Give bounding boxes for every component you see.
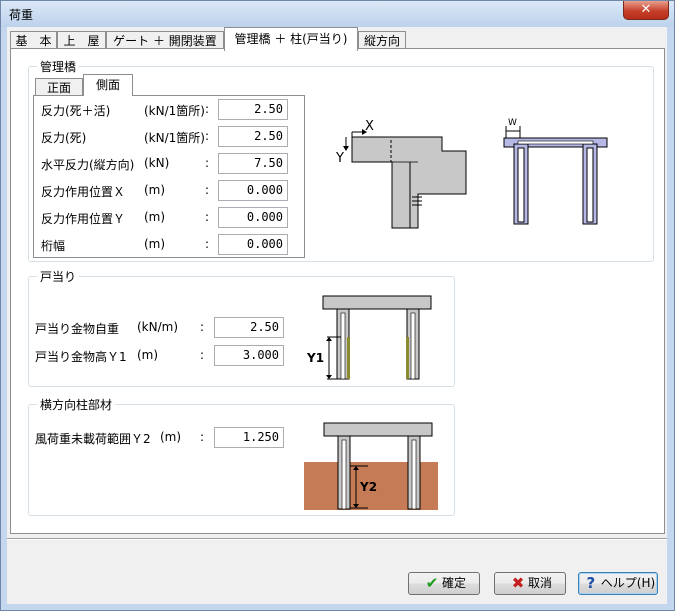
row-unit: (m) (144, 237, 166, 251)
window-title: 荷重 (9, 8, 34, 22)
row-colon: : (205, 102, 210, 116)
row-unit: (m) (144, 210, 166, 224)
diagram-y1-label: Y1 (306, 351, 324, 365)
close-button[interactable]: ✕ (623, 1, 669, 20)
row-label: 反力作用位置Ｙ (41, 212, 126, 226)
tab-label: 基 本 (15, 34, 52, 48)
tab-label: 上 屋 (63, 34, 100, 48)
tab-label: ゲート ＋ 開閉装置 (113, 34, 217, 48)
title-bar[interactable]: 荷重 ✕ (1, 1, 674, 27)
question-icon: ? (586, 574, 596, 592)
group-title: 戸当り (37, 268, 80, 285)
row-colon: : (205, 237, 210, 251)
diagram-toatari: Y1 (306, 295, 432, 380)
diagram-y2-label: Y2 (359, 480, 377, 494)
hanryoku-shikatsu-input[interactable]: 2.50 (218, 99, 288, 120)
row-unit: (m) (137, 348, 159, 362)
row-colon: : (200, 320, 205, 334)
fuka-misaika-y2-input[interactable]: 1.250 (214, 427, 284, 448)
diagram-y-label: Y (335, 151, 344, 166)
row-unit: (kN/1箇所) (144, 131, 205, 145)
tab-label: 縦方向 (363, 34, 400, 48)
button-label: 取消 (527, 576, 552, 590)
button-label: 確定 (441, 576, 466, 590)
button-label: ヘルプ(H) (600, 576, 656, 590)
row-label: 戸当り金物自重 (35, 322, 120, 336)
row-unit: (m) (160, 430, 182, 444)
row-colon: : (205, 156, 210, 170)
row-colon: : (205, 183, 210, 197)
close-icon: ✕ (640, 2, 652, 17)
check-icon: ✔ (425, 574, 439, 592)
cross-icon: ✖ (511, 574, 525, 592)
tab-kanrikyo[interactable]: 管理橋 ＋ 柱(戸当り) (224, 27, 358, 51)
row-label: 反力(死) (41, 131, 87, 145)
row-colon: : (200, 430, 205, 444)
tab-label: 正面 (46, 81, 71, 95)
hanryoku-shi-input[interactable]: 2.50 (218, 126, 288, 147)
sayou-ichi-x-input[interactable]: 0.000 (218, 180, 288, 201)
subtab-sokumen[interactable]: 側面 (83, 74, 133, 96)
diagram-front-frame: W (503, 118, 608, 225)
cancel-button[interactable]: ✖ 取消 (494, 572, 566, 595)
diagram-side-section: X Y (335, 119, 467, 229)
group-title: 横方向柱部材 (37, 396, 116, 413)
diagram-yokohoko: Y2 (304, 422, 438, 510)
row-unit: (kN/1箇所) (144, 104, 205, 118)
row-label: 反力作用位置Ｘ (41, 185, 126, 199)
ketahaba-input[interactable]: 0.000 (218, 234, 288, 255)
row-label: 風荷重未載荷範囲Ｙ2 (35, 432, 151, 446)
row-unit: (kN) (144, 156, 170, 170)
suihei-hanryoku-input[interactable]: 7.50 (218, 153, 288, 174)
row-label: 桁幅 (41, 239, 66, 253)
toatari-jijyu-input[interactable]: 2.50 (214, 317, 284, 338)
row-label: 戸当り金物高Ｙ1 (35, 350, 127, 364)
row-colon: : (205, 210, 210, 224)
group-title: 管理橋 (37, 58, 80, 75)
row-unit: (kN/m) (137, 320, 179, 334)
tab-label: 管理橋 ＋ 柱(戸当り) (234, 32, 348, 46)
help-button[interactable]: ? ヘルプ(H) (578, 572, 658, 595)
diagram-x-label: X (365, 119, 374, 134)
row-label: 反力(死＋活) (41, 104, 111, 118)
row-unit: (m) (144, 183, 166, 197)
row-label: 水平反力(縦方向) (41, 158, 135, 172)
separator (7, 539, 667, 540)
subtab-shomen[interactable]: 正面 (35, 78, 83, 96)
diagram-w-label: W (508, 118, 517, 128)
row-colon: : (200, 348, 205, 362)
tab-label: 側面 (95, 78, 120, 92)
toatari-taka-y1-input[interactable]: 3.000 (214, 345, 284, 366)
row-colon: : (205, 129, 210, 143)
sayou-ichi-y-input[interactable]: 0.000 (218, 207, 288, 228)
ok-button[interactable]: ✔ 確定 (408, 572, 480, 595)
